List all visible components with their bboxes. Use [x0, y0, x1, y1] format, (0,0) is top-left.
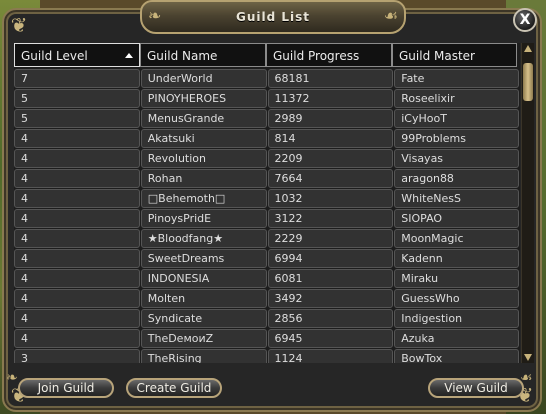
cell-guild-level: 4 — [14, 309, 140, 328]
cell-guild-master: WhiteNesS — [394, 189, 519, 208]
cell-guild-level: 4 — [14, 329, 140, 348]
cell-guild-master: aragon88 — [394, 169, 519, 188]
cell-guild-master: Indigestion — [394, 309, 519, 328]
window-title: Guild List — [235, 10, 311, 24]
cell-guild-progress: 1124 — [267, 349, 394, 363]
table-row[interactable]: 4 Revolution 2209 Visayas — [14, 149, 520, 169]
cell-guild-master: SIOPAO — [394, 209, 519, 228]
column-header-guild-progress[interactable]: Guild Progress — [266, 43, 392, 67]
cell-guild-progress: 2856 — [267, 309, 394, 328]
cell-guild-name: ★Bloodfang★ — [140, 229, 267, 248]
cell-guild-master: Miraku — [394, 269, 519, 288]
corner-ornament-icon: ❦ — [10, 13, 28, 37]
table-row[interactable]: 4 INDONESIA 6081 Miraku — [14, 269, 520, 289]
cell-guild-progress: 11372 — [267, 89, 394, 108]
title-ornament-icon: ❧ — [148, 6, 162, 25]
cell-guild-progress: 814 — [267, 129, 394, 148]
column-header-guild-level[interactable]: Guild Level — [14, 43, 140, 67]
cell-guild-progress: 2229 — [267, 229, 394, 248]
cell-guild-progress: 6945 — [267, 329, 394, 348]
table-row[interactable]: 4 PinoysPridE 3122 SIOPAO — [14, 209, 520, 229]
cell-guild-master: Visayas — [394, 149, 519, 168]
vertical-scrollbar[interactable] — [521, 43, 534, 363]
cell-guild-name: PinoysPridE — [140, 209, 267, 228]
cell-guild-master: BowTox — [394, 349, 519, 363]
cell-guild-master: iCyHooT — [394, 109, 519, 128]
cell-guild-progress: 1032 — [267, 189, 394, 208]
table-row[interactable]: 5 MenusGrande 2989 iCyHooT — [14, 109, 520, 129]
cell-guild-level: 3 — [14, 349, 140, 363]
title-ornament-icon: ☙ — [383, 6, 398, 25]
cell-guild-master: Kadenn — [394, 249, 519, 268]
cell-guild-name: Syndicate — [140, 309, 267, 328]
view-guild-button[interactable]: View Guild — [428, 378, 524, 398]
cell-guild-master: Azuka — [394, 329, 519, 348]
cell-guild-progress: 68181 — [267, 69, 394, 88]
cell-guild-master: GuessWho — [394, 289, 519, 308]
table-row[interactable]: 4 SweetDreams 6994 Kadenn — [14, 249, 520, 269]
table-row[interactable]: 4 Molten 3492 GuessWho — [14, 289, 520, 309]
cell-guild-progress: 7664 — [267, 169, 394, 188]
cell-guild-level: 4 — [14, 229, 140, 248]
table-row[interactable]: 7 UnderWorld 68181 Fate — [14, 69, 520, 89]
table-body: 7 UnderWorld 68181 Fate 5 PINOYHEROES 11372 Ros… — [14, 69, 520, 363]
cell-guild-name: □Behemoth□ — [140, 189, 267, 208]
cell-guild-name: Revolution — [140, 149, 267, 168]
cell-guild-name: Akatsuki — [140, 129, 267, 148]
table-row[interactable]: 5 PINOYHEROES 11372 Roseelixir — [14, 89, 520, 109]
scroll-up-icon[interactable] — [524, 45, 532, 52]
column-header-guild-master[interactable]: Guild Master — [392, 43, 517, 67]
cell-guild-level: 4 — [14, 269, 140, 288]
scrollbar-thumb[interactable] — [523, 63, 533, 101]
cell-guild-master: Fate — [394, 69, 519, 88]
cell-guild-name: Rohan — [140, 169, 267, 188]
cell-guild-name: TheDемоиZ — [140, 329, 267, 348]
table-row[interactable]: 4 Syndicate 2856 Indigestion — [14, 309, 520, 329]
cell-guild-name: PINOYHEROES — [140, 89, 267, 108]
cell-guild-master: 99Problems — [394, 129, 519, 148]
sort-ascending-icon — [125, 53, 133, 58]
table-row[interactable]: 4 TheDемоиZ 6945 Azuka — [14, 329, 520, 349]
cell-guild-level: 5 — [14, 109, 140, 128]
table-row[interactable]: 4 Rohan 7664 aragon88 — [14, 169, 520, 189]
cell-guild-name: TheRising — [140, 349, 267, 363]
cell-guild-level: 7 — [14, 69, 140, 88]
cell-guild-level: 4 — [14, 289, 140, 308]
table-row[interactable]: 4 Akatsuki 814 99Problems — [14, 129, 520, 149]
bottom-ornament-icon: ❧ — [6, 370, 18, 386]
cell-guild-progress: 3492 — [267, 289, 394, 308]
cell-guild-master: Roseelixir — [394, 89, 519, 108]
create-guild-button[interactable]: Create Guild — [126, 378, 222, 398]
cell-guild-level: 4 — [14, 169, 140, 188]
table-row[interactable]: 4 □Behemoth□ 1032 WhiteNesS — [14, 189, 520, 209]
cell-guild-level: 4 — [14, 129, 140, 148]
table-row[interactable]: 4 ★Bloodfang★ 2229 MoonMagic — [14, 229, 520, 249]
cell-guild-name: MenusGrande — [140, 109, 267, 128]
cell-guild-progress: 2989 — [267, 109, 394, 128]
cell-guild-name: SweetDreams — [140, 249, 267, 268]
cell-guild-level: 4 — [14, 149, 140, 168]
cell-guild-level: 4 — [14, 249, 140, 268]
cell-guild-progress: 2209 — [267, 149, 394, 168]
scroll-down-icon[interactable] — [524, 354, 532, 361]
column-header-guild-name[interactable]: Guild Name — [140, 43, 266, 67]
cell-guild-level: 5 — [14, 89, 140, 108]
guild-table: Guild Level Guild Name Guild Progress Gu… — [14, 43, 520, 363]
cell-guild-name: Molten — [140, 289, 267, 308]
cell-guild-master: MoonMagic — [394, 229, 519, 248]
cell-guild-level: 4 — [14, 209, 140, 228]
cell-guild-progress: 3122 — [267, 209, 394, 228]
cell-guild-level: 4 — [14, 189, 140, 208]
cell-guild-name: UnderWorld — [140, 69, 267, 88]
table-row[interactable]: 3 TheRising 1124 BowTox — [14, 349, 520, 363]
table-header: Guild Level Guild Name Guild Progress Gu… — [14, 43, 520, 69]
cell-guild-progress: 6081 — [267, 269, 394, 288]
cell-guild-name: INDONESIA — [140, 269, 267, 288]
close-icon: X — [519, 12, 531, 28]
cell-guild-progress: 6994 — [267, 249, 394, 268]
title-bar: ❧ Guild List ☙ — [140, 0, 406, 34]
join-guild-button[interactable]: Join Guild — [18, 378, 114, 398]
close-button[interactable]: X — [513, 8, 537, 32]
